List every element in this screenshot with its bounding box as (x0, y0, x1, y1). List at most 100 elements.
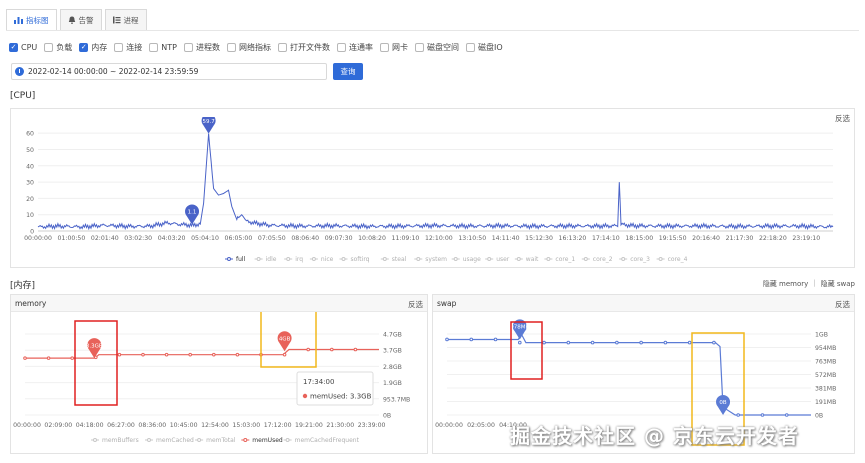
date-range-picker[interactable]: 2022-02-14 00:00:00 ~ 2022-02-14 23:59:5… (11, 63, 327, 80)
mem-x-tick: 00:00:00 (13, 422, 41, 429)
cpu-y-tick: 50 (26, 147, 34, 154)
metric-checkbox-11[interactable]: 磁盘IO (465, 42, 503, 53)
metric-label: CPU (21, 43, 38, 52)
cpu-x-tick: 09:07:30 (325, 235, 353, 242)
mem-legend-item: memBuffers (102, 437, 139, 444)
query-button[interactable]: 查询 (333, 63, 363, 80)
checkbox-checked-icon[interactable]: ✓ (79, 43, 89, 52)
checkbox-empty-icon[interactable] (465, 43, 475, 52)
hide-memory-link[interactable]: 隐藏 memory (763, 279, 808, 289)
cpu-annotation-1-label: 1.1 (188, 210, 197, 216)
cpu-x-tick: 02:01:40 (91, 235, 119, 242)
checkbox-checked-icon[interactable]: ✓ (9, 43, 18, 52)
mem-y-tick: 4.7GB (383, 332, 402, 339)
metric-checkbox-9[interactable]: 网卡 (379, 42, 408, 53)
hide-swap-link[interactable]: 隐藏 swap (821, 279, 855, 289)
metric-checkbox-10[interactable]: 磁盘空间 (414, 42, 459, 53)
memory-panel-title: memory (15, 299, 47, 308)
tab-processes[interactable]: 进程 (104, 9, 147, 31)
cpu-x-tick: 01:00:50 (58, 235, 86, 242)
mem-x-tick: 06:27:00 (107, 422, 135, 429)
swap-y-tick: 381MB (815, 386, 836, 393)
metric-checkbox-0[interactable]: ✓ CPU (9, 43, 37, 52)
mem-x-tick: 19:21:00 (295, 422, 323, 429)
metric-checkbox-2[interactable]: ✓ 内存 (79, 42, 107, 53)
swap-y-tick: 572MB (815, 372, 836, 379)
mem-y-tick: 0B (383, 413, 391, 420)
metric-checkbox-5[interactable]: 进程数 (183, 42, 220, 53)
swap-y-tick: 191MB (815, 399, 836, 406)
cpu-legend-item: core_2 (593, 256, 613, 263)
cpu-legend-marker (382, 257, 387, 261)
swap-invert-button[interactable]: 反选 (835, 299, 850, 310)
cpu-x-tick: 20:16:40 (692, 235, 720, 242)
cpu-legend-marker (416, 257, 421, 261)
cpu-legend-marker (516, 257, 521, 261)
cpu-x-tick: 22:18:20 (759, 235, 787, 242)
metric-label: 连接 (126, 43, 143, 52)
mem-point (306, 347, 311, 352)
cpu-section-title: [CPU] (10, 91, 36, 101)
swap-point (566, 340, 571, 345)
mem-tooltip-dot (302, 393, 308, 399)
checkbox-empty-icon[interactable] (44, 43, 54, 52)
cpu-x-tick: 13:10:50 (458, 235, 486, 242)
checkbox-empty-icon[interactable] (336, 43, 346, 52)
cpu-legend-marker (621, 257, 626, 261)
swap-annotation-0-label: 978MB (510, 325, 529, 331)
mem-x-tick: 17:12:00 (264, 422, 292, 429)
swap-x-tick: 00:00:00 (435, 422, 463, 429)
cpu-x-tick: 19:15:50 (659, 235, 687, 242)
metric-checkbox-6[interactable]: 网络指标 (226, 42, 271, 53)
mem-legend-item: memCachedFrequent (295, 437, 360, 444)
mem-legend-marker (285, 438, 290, 442)
mem-legend-item: memTotal (206, 437, 236, 444)
mem-point (141, 352, 145, 357)
mem-x-tick: 21:30:00 (326, 422, 354, 429)
mem-y-tick: 1.9GB (383, 380, 402, 387)
checkbox-empty-icon[interactable] (379, 43, 389, 52)
tab-alarms[interactable]: 告警 (59, 9, 102, 31)
cpu-x-tick: 07:05:50 (258, 235, 286, 242)
cpu-y-tick: 10 (26, 212, 34, 219)
metric-label: NTP (161, 43, 177, 52)
metric-label: 负载 (56, 43, 73, 52)
cpu-x-tick: 21:17:30 (726, 235, 754, 242)
swap-x-tick: 02:05:00 (467, 422, 495, 429)
cpu-legend-item: full (236, 256, 246, 263)
mem-x-tick: 12:54:00 (201, 422, 229, 429)
metric-label: 网卡 (391, 43, 408, 52)
watermark: 掘金技术社区 @ 京东云开发者 (510, 424, 799, 448)
checkbox-empty-icon[interactable] (277, 43, 287, 52)
checkbox-empty-icon[interactable] (149, 43, 159, 52)
cpu-legend-marker (583, 257, 588, 261)
mem-legend-item: memUsed (252, 437, 283, 444)
cpu-legend-item: steal (392, 256, 407, 263)
checkbox-empty-icon[interactable] (183, 43, 193, 52)
metric-checkbox-3[interactable]: 连接 (114, 42, 142, 53)
checkbox-empty-icon[interactable] (414, 43, 424, 52)
cpu-legend-item: usage (463, 256, 481, 263)
swap-point (469, 337, 474, 342)
metric-checkbox-7[interactable]: 打开文件数 (277, 42, 330, 53)
swap-y-tick: 954MB (815, 345, 836, 352)
cpu-x-tick: 12:10:00 (425, 235, 453, 242)
checkbox-empty-icon[interactable] (114, 43, 124, 52)
tab-metrics-chart[interactable]: 指标图 (6, 9, 57, 31)
metric-label: 打开文件数 (289, 43, 330, 52)
mem-legend-marker (243, 438, 248, 442)
metric-checkbox-1[interactable]: 负载 (44, 42, 72, 53)
swap-annotation-1-label: 0B (719, 400, 726, 406)
cpu-legend-marker (286, 257, 291, 261)
metric-checkbox-8[interactable]: 连通率 (336, 42, 373, 53)
metric-checkbox-4[interactable]: NTP (149, 43, 177, 52)
cpu-x-tick: 14:11:40 (492, 235, 520, 242)
mem-point (23, 356, 27, 360)
cpu-legend-item: idle (266, 256, 277, 263)
mem-y-tick: 2.8GB (383, 364, 402, 371)
mem-tooltip-time: 17:34:00 (303, 378, 334, 386)
metric-label: 内存 (91, 43, 108, 52)
memory-invert-button[interactable]: 反选 (408, 299, 423, 310)
tabs-divider (6, 30, 859, 31)
checkbox-empty-icon[interactable] (226, 43, 236, 52)
